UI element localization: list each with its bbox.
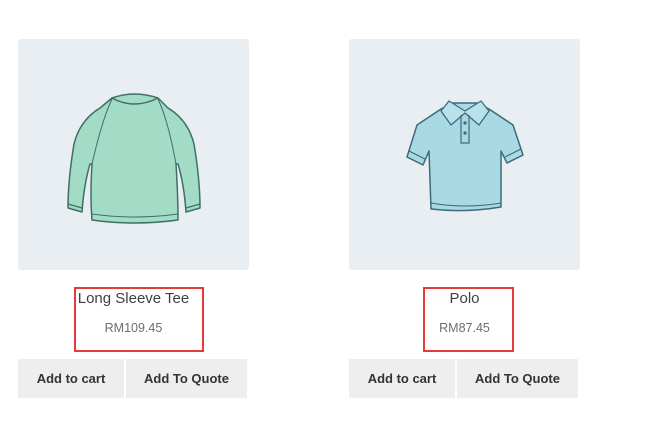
add-to-cart-button[interactable]: Add to cart [18,359,124,398]
long-sleeve-tee-icon [66,92,201,224]
product-image-link[interactable] [349,39,580,270]
add-to-quote-button[interactable]: Add To Quote [126,359,247,398]
product-title[interactable]: Long Sleeve Tee [18,290,249,307]
product-price: RM109.45 [104,321,163,335]
product-title[interactable]: Polo [349,290,580,307]
product-actions: Add to cart Add To Quote [18,359,247,398]
add-to-cart-button[interactable]: Add to cart [349,359,455,398]
polo-shirt-icon [405,99,524,211]
product-grid: Long Sleeve Tee RM109.45 Add to cart Add… [0,0,650,435]
add-to-quote-button[interactable]: Add To Quote [457,359,578,398]
product-card: Polo RM87.45 Add to cart Add To Quote [349,39,580,398]
product-image-link[interactable] [18,39,249,270]
product-info: Polo RM87.45 [349,270,580,352]
product-info: Long Sleeve Tee RM109.45 [18,270,249,352]
product-actions: Add to cart Add To Quote [349,359,578,398]
product-price: RM87.45 [439,321,490,335]
product-card: Long Sleeve Tee RM109.45 Add to cart Add… [18,39,249,398]
